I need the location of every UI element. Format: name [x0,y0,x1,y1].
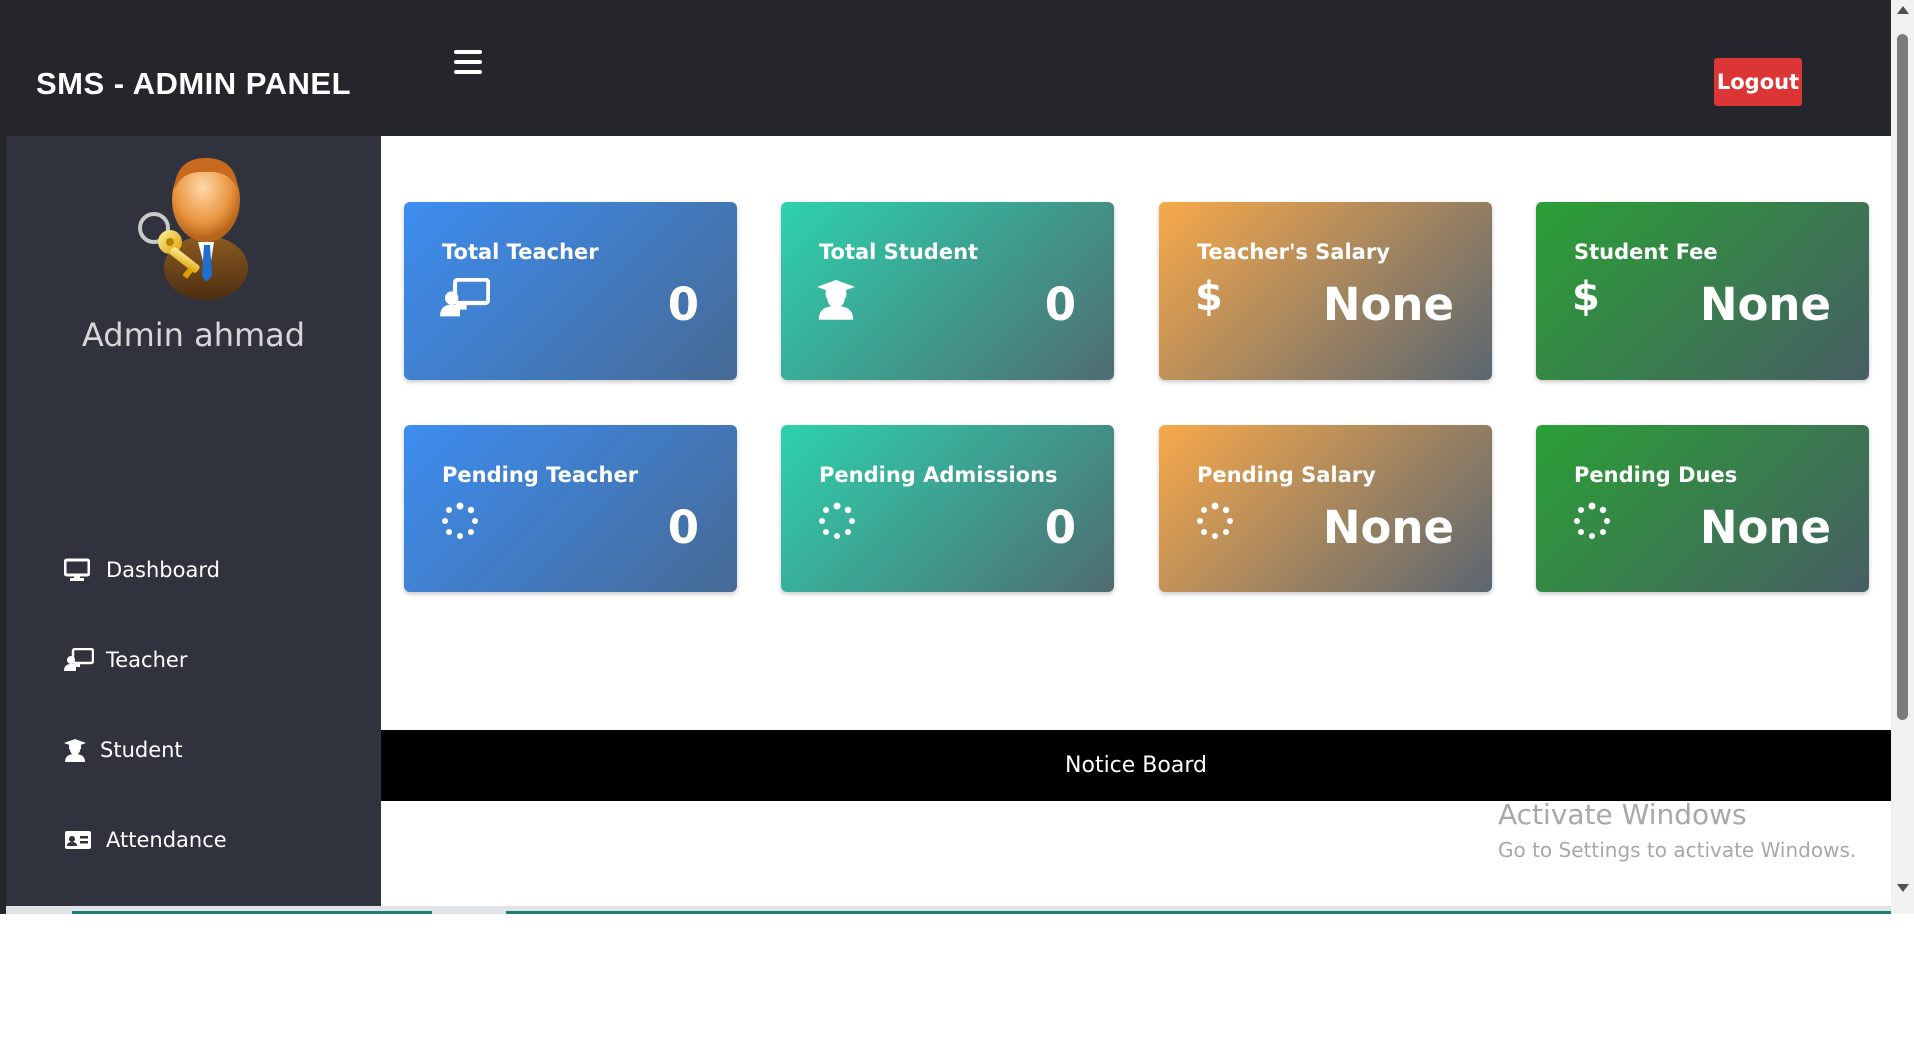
card-title: Total Student [819,240,979,264]
admin-name: Admin ahmad [81,316,306,354]
graduate-icon [817,278,855,324]
sidebar-item-dashboard[interactable]: Dashboard [64,550,220,590]
monitor-icon [64,557,94,583]
card-title: Pending Salary [1197,463,1376,487]
chalkboard-teacher-icon [64,647,94,673]
spinner-icon [1195,501,1235,545]
sidebar-item-label: Attendance [106,828,227,852]
activate-windows-subtitle: Go to Settings to activate Windows. [1498,838,1857,862]
activate-windows-title: Activate Windows [1498,798,1747,831]
brand-title: SMS - ADMIN PANEL [36,66,352,101]
card-value: 0 [1044,278,1076,331]
top-navbar: SMS - ADMIN PANEL Logout [6,0,1891,136]
admin-avatar-icon [136,150,258,300]
bullhorn-icon [64,1007,94,1033]
card-title: Total Teacher [442,240,599,264]
sidebar-item-label: Student [100,738,183,762]
sidebar-item-attendance[interactable]: Attendance [64,820,227,860]
sidebar-item-fee[interactable]: $ Fee [64,910,129,950]
card-title: Pending Admissions [819,463,1058,487]
card-title: Pending Teacher [442,463,639,487]
stat-card-pending-dues[interactable]: Pending Dues None [1536,425,1869,592]
card-value: None [1322,501,1454,554]
card-value: 0 [1044,501,1076,554]
id-card-icon [64,827,94,853]
card-title: Student Fee [1574,240,1718,264]
logout-button[interactable]: Logout [1714,58,1802,106]
card-value: None [1322,278,1454,331]
stat-card-total-student[interactable]: Total Student 0 [781,202,1114,380]
dollar-icon: $ [1195,274,1223,320]
sidebar-item-student[interactable]: Student [64,730,183,770]
card-value: 0 [667,501,699,554]
hamburger-menu-icon[interactable] [454,50,482,76]
scrollbar-thumb[interactable] [1897,34,1908,720]
sidebar: Admin ahmad Dashboard Teacher Student At… [6,136,381,1032]
bottom-edge [6,906,1891,914]
dollar-icon: $ [1572,274,1600,320]
vertical-scrollbar[interactable] [1891,0,1914,914]
sidebar-item-label: Notice [106,1008,174,1032]
sidebar-item-label: Fee [92,918,129,942]
stat-card-pending-admissions[interactable]: Pending Admissions 0 [781,425,1114,592]
card-title: Teacher's Salary [1197,240,1390,264]
spinner-icon [1572,501,1612,545]
spinner-icon [817,501,857,545]
sidebar-item-label: Teacher [106,648,188,672]
notice-board-label: Notice Board [1065,753,1207,778]
scroll-up-arrow-icon[interactable] [1897,6,1909,14]
card-title: Pending Dues [1574,463,1738,487]
scroll-down-arrow-icon[interactable] [1897,884,1909,892]
card-value: 0 [667,278,699,331]
card-value: None [1699,501,1831,554]
stat-card-student-fee[interactable]: Student Fee $ None [1536,202,1869,380]
sidebar-item-label: Dashboard [106,558,220,582]
dollar-icon: $ [64,916,81,944]
stat-card-pending-teacher[interactable]: Pending Teacher 0 [404,425,737,592]
sidebar-item-teacher[interactable]: Teacher [64,640,187,680]
stat-card-total-teacher[interactable]: Total Teacher 0 [404,202,737,380]
spinner-icon [440,501,480,545]
graduate-icon [64,737,88,763]
stat-card-teacher-salary[interactable]: Teacher's Salary $ None [1159,202,1492,380]
sidebar-item-notice[interactable]: Notice [64,1000,173,1040]
card-value: None [1699,278,1831,331]
stat-card-pending-salary[interactable]: Pending Salary None [1159,425,1492,592]
notice-board-bar[interactable]: Notice Board [381,730,1891,801]
chalkboard-teacher-icon [440,277,491,322]
